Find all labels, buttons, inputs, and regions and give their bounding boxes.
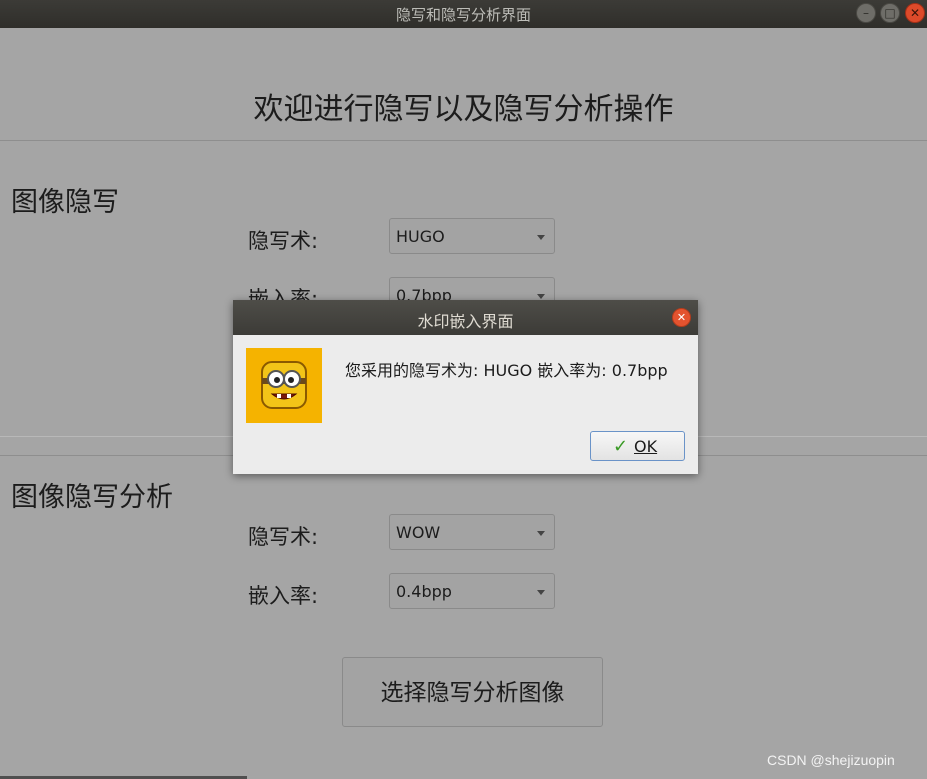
chevron-down-icon	[537, 294, 545, 299]
cartoon-face-icon	[246, 348, 322, 423]
dialog-title: 水印嵌入界面	[417, 312, 514, 331]
analysis-rate-select[interactable]: 0.4bpp	[389, 573, 555, 609]
window-titlebar[interactable]: 隐写和隐写分析界面 – □ ✕	[0, 0, 927, 28]
analysis-algorithm-value: WOW	[396, 523, 441, 542]
analysis-rate-value: 0.4bpp	[396, 582, 452, 601]
checkmark-icon: ✓	[613, 436, 629, 457]
window-title: 隐写和隐写分析界面	[395, 6, 531, 24]
minimize-button[interactable]: –	[856, 3, 876, 23]
close-button[interactable]: ✕	[905, 3, 925, 23]
watermark-text: CSDN @shejizuopin	[767, 752, 895, 768]
embed-algorithm-label: 隐写术:	[248, 229, 319, 253]
dialog-message: 您采用的隐写术为: HUGO 嵌入率为: 0.7bpp	[345, 361, 668, 380]
embed-algorithm-select[interactable]: HUGO	[389, 218, 555, 254]
ok-button-label: OK	[634, 437, 658, 456]
chevron-down-icon	[537, 235, 545, 240]
maximize-button[interactable]: □	[880, 3, 900, 23]
divider	[0, 140, 927, 141]
page-title: 欢迎进行隐写以及隐写分析操作	[253, 92, 674, 127]
dialog-titlebar[interactable]: 水印嵌入界面 ✕	[233, 300, 698, 335]
analysis-rate-label: 嵌入率:	[248, 584, 319, 608]
analysis-section-title: 图像隐写分析	[11, 482, 173, 513]
select-analysis-image-button[interactable]: 选择隐写分析图像	[342, 657, 603, 727]
embed-algorithm-value: HUGO	[396, 227, 445, 246]
embed-section-title: 图像隐写	[11, 187, 119, 218]
ok-button[interactable]: ✓ OK	[590, 431, 685, 461]
analysis-algorithm-select[interactable]: WOW	[389, 514, 555, 550]
dialog-close-button[interactable]: ✕	[672, 308, 691, 327]
chevron-down-icon	[537, 531, 545, 536]
analysis-algorithm-label: 隐写术:	[248, 525, 319, 549]
info-dialog: 水印嵌入界面 ✕ 您采用的隐写术为: HUGO 嵌入率为: 0.7bpp ✓ O…	[233, 300, 698, 474]
chevron-down-icon	[537, 590, 545, 595]
